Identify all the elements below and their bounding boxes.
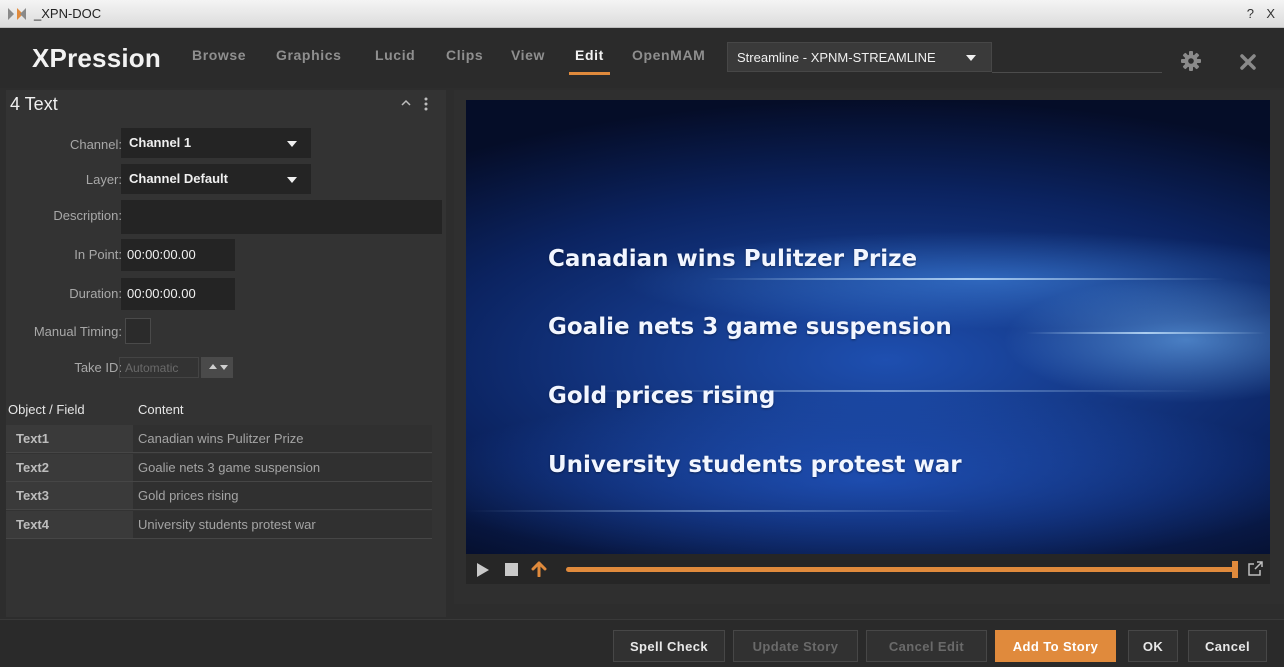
- field-cell: Text1: [6, 425, 133, 452]
- scrub-handle[interactable]: [1232, 561, 1238, 578]
- content-cell[interactable]: Gold prices rising: [133, 482, 432, 509]
- channel-label: Channel:: [69, 137, 122, 152]
- chevron-up-icon[interactable]: [401, 98, 411, 108]
- table-row[interactable]: Text2 Goalie nets 3 game suspension: [6, 454, 432, 482]
- gear-icon[interactable]: [1181, 51, 1201, 71]
- content-cell[interactable]: Goalie nets 3 game suspension: [133, 454, 432, 481]
- content-cell[interactable]: Canadian wins Pulitzer Prize: [133, 425, 432, 452]
- description-label: Description:: [53, 208, 122, 223]
- channel-select[interactable]: Channel 1: [121, 128, 311, 158]
- table-row[interactable]: Text1 Canadian wins Pulitzer Prize: [6, 425, 432, 453]
- take-id-stepper[interactable]: [201, 357, 233, 378]
- field-name: Text4: [16, 517, 49, 532]
- arrow-up-icon[interactable]: [531, 561, 547, 577]
- layer-select-value: Channel Default: [129, 171, 228, 186]
- in-point-field[interactable]: 00:00:00.00: [121, 239, 235, 271]
- column-header-field: Object / Field: [8, 402, 85, 417]
- take-id-input[interactable]: Automatic: [119, 357, 199, 378]
- window-help-button[interactable]: ?: [1247, 6, 1254, 21]
- graphic-preview: Canadian wins Pulitzer Prize Goalie nets…: [466, 100, 1270, 554]
- table-row[interactable]: Text4 University students protest war: [6, 511, 432, 539]
- light-streak: [706, 278, 1226, 280]
- headline-1: Canadian wins Pulitzer Prize: [548, 246, 918, 272]
- headline-4: University students protest war: [548, 452, 962, 478]
- content-value: Gold prices rising: [138, 488, 239, 503]
- table-row[interactable]: Text3 Gold prices rising: [6, 482, 432, 510]
- field-cell: Text4: [6, 511, 133, 538]
- preview-panel: Canadian wins Pulitzer Prize Goalie nets…: [454, 90, 1284, 604]
- chevron-down-icon: [287, 141, 297, 147]
- tab-browse[interactable]: Browse: [192, 47, 246, 63]
- tab-lucid[interactable]: Lucid: [375, 47, 415, 63]
- update-story-button[interactable]: Update Story: [733, 630, 858, 662]
- header-divider: [992, 72, 1162, 73]
- duration-label: Duration:: [69, 286, 122, 301]
- chevron-down-icon: [287, 177, 297, 183]
- light-streak: [1026, 332, 1266, 334]
- application-window: _XPN-DOC ? X XPression Browse Graphics L…: [0, 0, 1284, 667]
- tab-graphics[interactable]: Graphics: [276, 47, 342, 63]
- tab-view[interactable]: View: [511, 47, 545, 63]
- duration-field[interactable]: 00:00:00.00: [121, 278, 235, 310]
- layout-select-value: Streamline - XPNM-STREAMLINE: [737, 50, 936, 65]
- light-streak: [466, 510, 966, 512]
- field-cell: Text2: [6, 454, 133, 481]
- field-name: Text1: [16, 431, 49, 446]
- arrow-down-icon[interactable]: [220, 365, 228, 370]
- tab-edit[interactable]: Edit: [569, 47, 610, 75]
- column-header-content: Content: [138, 402, 184, 417]
- window-title: _XPN-DOC: [34, 6, 102, 21]
- content-value: Goalie nets 3 game suspension: [138, 460, 321, 475]
- add-to-story-button[interactable]: Add To Story: [995, 630, 1116, 662]
- transport-bar: [466, 554, 1270, 584]
- in-point-value: 00:00:00.00: [127, 247, 196, 262]
- tab-clips[interactable]: Clips: [446, 47, 483, 63]
- layer-label: Layer:: [85, 172, 122, 187]
- layout-select[interactable]: Streamline - XPNM-STREAMLINE: [727, 42, 992, 72]
- chevron-down-icon: [966, 55, 976, 61]
- app-header: XPression Browse Graphics Lucid Clips Vi…: [0, 28, 1284, 88]
- ok-button[interactable]: OK: [1128, 630, 1178, 662]
- description-input[interactable]: [121, 200, 442, 234]
- more-vertical-icon[interactable]: [424, 97, 428, 111]
- scrub-bar[interactable]: [566, 567, 1236, 572]
- field-cell: Text3: [6, 482, 133, 509]
- content-cell[interactable]: University students protest war: [133, 511, 432, 538]
- brand-logo: XPression: [32, 43, 161, 73]
- window-titlebar: _XPN-DOC ? X: [0, 0, 1284, 28]
- text-properties-panel: 4 Text Channel: Channel 1 Layer: Channel…: [6, 90, 446, 617]
- spell-check-button[interactable]: Spell Check: [613, 630, 725, 662]
- cancel-edit-button[interactable]: Cancel Edit: [866, 630, 987, 662]
- panel-title: 4 Text: [10, 94, 58, 114]
- take-id-value: Automatic: [125, 361, 179, 375]
- take-id-label: Take ID:: [74, 360, 122, 375]
- stop-icon[interactable]: [505, 563, 518, 576]
- headline-3: Gold prices rising: [548, 383, 776, 409]
- content-value: University students protest war: [138, 517, 316, 532]
- headline-2: Goalie nets 3 game suspension: [548, 314, 952, 340]
- window-close-button[interactable]: X: [1266, 6, 1275, 21]
- popout-icon[interactable]: [1248, 561, 1263, 576]
- manual-timing-checkbox[interactable]: [125, 318, 151, 344]
- in-point-label: In Point:: [74, 247, 122, 262]
- channel-select-value: Channel 1: [129, 135, 192, 150]
- cancel-button[interactable]: Cancel: [1188, 630, 1267, 662]
- manual-timing-label: Manual Timing:: [33, 324, 122, 339]
- field-name: Text2: [16, 460, 49, 475]
- arrow-up-icon[interactable]: [209, 364, 217, 369]
- content-value: Canadian wins Pulitzer Prize: [138, 431, 304, 446]
- action-bar: Spell Check Update Story Cancel Edit Add…: [0, 619, 1284, 667]
- field-name: Text3: [16, 488, 49, 503]
- play-icon[interactable]: [477, 563, 489, 577]
- layer-select[interactable]: Channel Default: [121, 164, 311, 194]
- tab-openmam[interactable]: OpenMAM: [632, 47, 705, 63]
- close-icon[interactable]: [1238, 52, 1258, 72]
- app-icon: [8, 8, 26, 20]
- duration-value: 00:00:00.00: [127, 286, 196, 301]
